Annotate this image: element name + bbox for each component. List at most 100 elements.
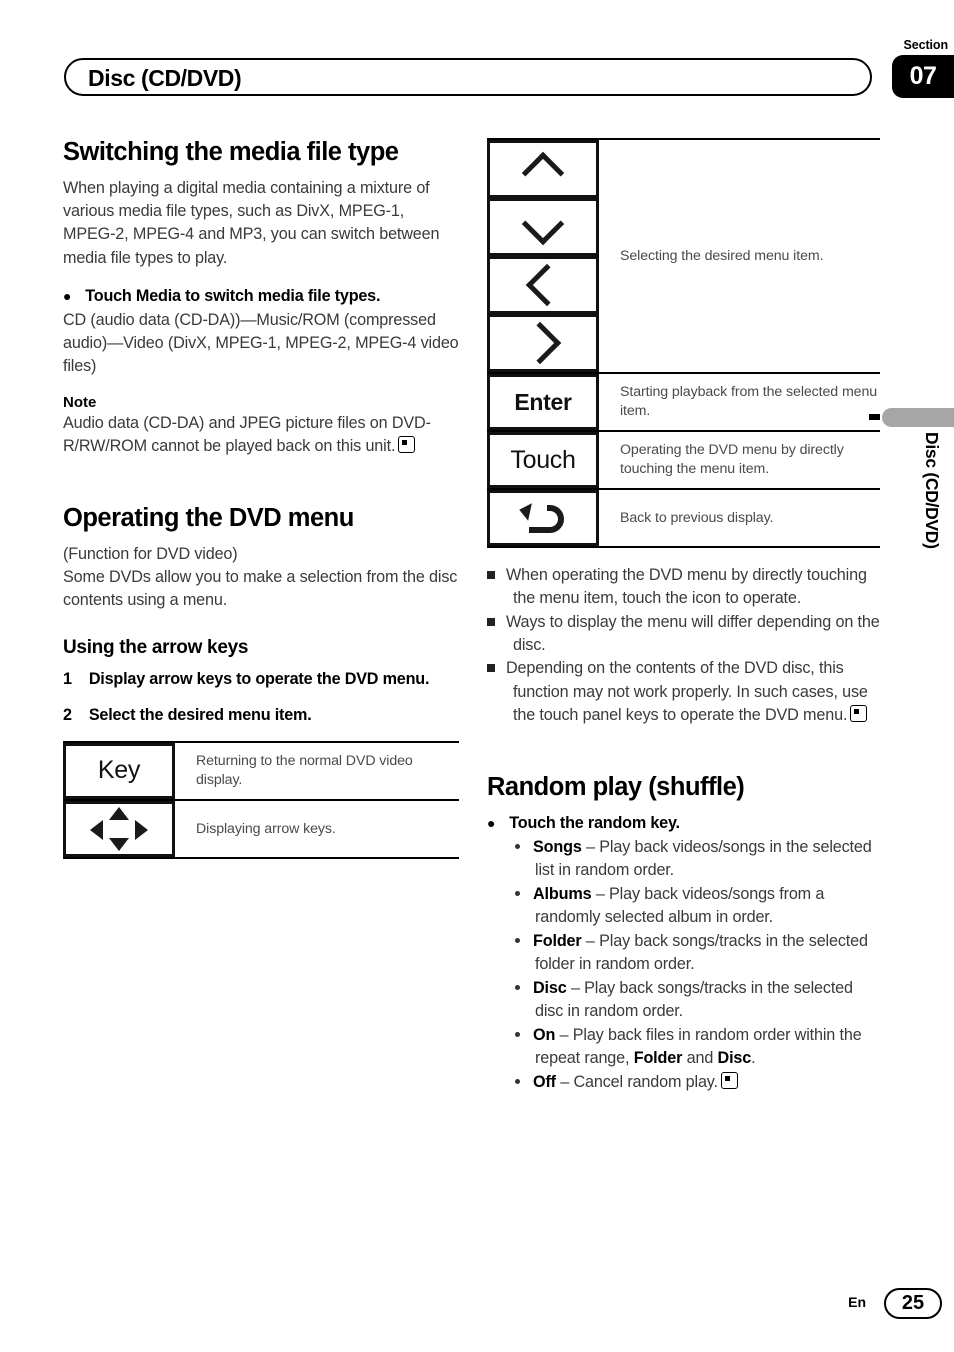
option-term: Albums	[533, 884, 592, 903]
round-bullet-icon: ●	[487, 814, 496, 831]
section-label: Section	[903, 38, 949, 52]
dot-bullet-icon	[515, 984, 520, 990]
note-bullet-3: Depending on the contents of the DVD dis…	[487, 657, 880, 727]
key-box-chevron-down[interactable]	[487, 198, 599, 256]
dot-bullet-icon	[515, 1078, 520, 1084]
option-desc: – Play back songs/tracks in the selected…	[535, 978, 853, 1020]
key-cell: Touch	[487, 431, 620, 490]
list-item: Disc – Play back songs/tracks in the sel…	[515, 977, 880, 1023]
note-bullet-2: Ways to display the menu will differ dep…	[487, 611, 880, 658]
option-term: Off	[533, 1072, 556, 1091]
step-2: 2 Select the desired menu item.	[63, 704, 459, 727]
square-bullet-icon	[487, 571, 495, 579]
key-box-key[interactable]: Key	[63, 742, 175, 799]
left-key-table: Key Returning to the normal DVD video di…	[63, 740, 459, 859]
bullet-touch-media-text: Touch Media to switch media file types.	[85, 286, 381, 305]
table-row: Back to previous display.	[487, 489, 880, 548]
key-description: Operating the DVD menu by directly touch…	[620, 431, 880, 490]
triangle-down-icon	[109, 837, 129, 851]
key-description: Back to previous display.	[620, 489, 880, 548]
option-term: On	[533, 1025, 556, 1044]
page-title: Disc (CD/DVD)	[88, 65, 242, 91]
key-box-touch[interactable]: Touch	[487, 432, 599, 488]
list-item: Off – Cancel random play.	[515, 1071, 880, 1094]
side-tab-tick	[869, 414, 880, 420]
back-arrow-icon	[519, 503, 564, 533]
dot-bullet-icon	[515, 843, 520, 849]
list-item: On – Play back files in random order wit…	[515, 1024, 880, 1070]
dot-bullet-icon	[515, 1031, 520, 1037]
step-1: 1 Display arrow keys to operate the DVD …	[63, 668, 459, 691]
key-description: Selecting the desired menu item.	[620, 138, 880, 374]
option-desc: – Play back songs/tracks in the selected…	[535, 931, 868, 973]
note-text: Audio data (CD-DA) and JPEG picture file…	[63, 412, 459, 459]
option-term: Folder	[533, 931, 582, 950]
end-of-section-icon	[398, 435, 416, 453]
key-box-chevron-left[interactable]	[487, 256, 599, 314]
option-term: Songs	[533, 837, 582, 856]
key-cell	[487, 138, 620, 374]
bullet-touch-media: ● Touch Media to switch media file types…	[63, 285, 459, 308]
right-key-table: Selecting the desired menu item. Enter S…	[487, 138, 880, 548]
end-of-section-icon	[850, 704, 868, 722]
list-item: Folder – Play back songs/tracks in the s…	[515, 930, 880, 976]
dvd-menu-text: Some DVDs allow you to make a selection …	[63, 568, 458, 610]
step-2-number: 2	[63, 706, 72, 725]
triangle-up-icon	[109, 806, 129, 820]
bullet-touch-random-key-text: Touch the random key.	[509, 813, 680, 832]
triangle-right-icon	[135, 819, 148, 840]
heading-operating-dvd-menu: Operating the DVD menu	[63, 504, 354, 533]
arrow-pad-icon	[90, 806, 148, 851]
key-box-arrow-pad[interactable]	[63, 800, 175, 857]
chevron-up-icon	[521, 151, 565, 194]
heading-using-arrow-keys: Using the arrow keys	[63, 636, 249, 658]
list-item: Albums – Play back videos/songs from a r…	[515, 883, 880, 929]
footer-page-number: 25	[884, 1288, 942, 1319]
section-number-badge: 07	[892, 55, 954, 98]
note-bullet-1: When operating the DVD menu by directly …	[487, 564, 880, 611]
chevron-left-icon	[525, 263, 568, 307]
chevron-right-icon	[518, 321, 561, 365]
note-bullet-2-text: Ways to display the menu will differ dep…	[506, 612, 880, 654]
key-box-back[interactable]	[487, 490, 599, 546]
dot-bullet-icon	[515, 937, 520, 943]
note-bullet-3-text: Depending on the contents of the DVD dis…	[506, 659, 868, 724]
media-type-chain: CD (audio data (CD-DA))—Music/ROM (compr…	[63, 310, 459, 376]
footer-language: En	[848, 1294, 866, 1310]
table-row: Selecting the desired menu item.	[487, 138, 880, 374]
option-desc: – Play back files in random order within…	[535, 1025, 862, 1067]
key-cell	[63, 799, 196, 859]
key-box-chevron-right[interactable]	[487, 314, 599, 372]
left-column: Switching the media file type When playi…	[63, 138, 459, 859]
end-of-section-icon	[720, 1071, 738, 1089]
step-1-text: Display arrow keys to operate the DVD me…	[88, 669, 430, 688]
round-bullet-icon: ●	[63, 287, 72, 304]
note-bullet-1-text: When operating the DVD menu by directly …	[506, 566, 867, 608]
key-box-enter[interactable]: Enter	[487, 374, 599, 430]
key-box-chevron-up[interactable]	[487, 140, 599, 198]
heading-switching-media-file-type: Switching the media file type	[63, 138, 399, 166]
dvd-menu-function: (Function for DVD video)	[63, 544, 238, 563]
triangle-left-icon	[90, 819, 103, 840]
square-bullet-icon	[487, 617, 495, 626]
table-row: Displaying arrow keys.	[63, 799, 459, 859]
table-row: Touch Operating the DVD menu by directly…	[487, 431, 880, 490]
chevron-key-stack	[487, 140, 620, 372]
note-text-body: Audio data (CD-DA) and JPEG picture file…	[63, 413, 431, 455]
option-desc: – Cancel random play.	[555, 1072, 718, 1091]
note-heading: Note	[63, 393, 97, 411]
page-header: Disc (CD/DVD)	[64, 58, 874, 98]
side-tab-label: Disc (CD/DVD)	[922, 432, 942, 549]
key-description: Displaying arrow keys.	[196, 799, 459, 859]
step-2-text: Select the desired menu item.	[88, 706, 312, 725]
key-cell: Key	[63, 740, 196, 801]
intro-paragraph: When playing a digital media containing …	[63, 178, 440, 267]
key-cell	[487, 489, 620, 548]
manual-page: Disc (CD/DVD) Section 07 Switching the m…	[0, 0, 954, 1352]
key-description: Returning to the normal DVD video displa…	[196, 740, 459, 801]
chevron-down-icon	[521, 202, 565, 245]
table-row: Key Returning to the normal DVD video di…	[63, 740, 459, 801]
key-cell: Enter	[487, 373, 620, 432]
list-item: Songs – Play back videos/songs in the se…	[515, 836, 880, 882]
table-row: Enter Starting playback from the selecte…	[487, 373, 880, 432]
